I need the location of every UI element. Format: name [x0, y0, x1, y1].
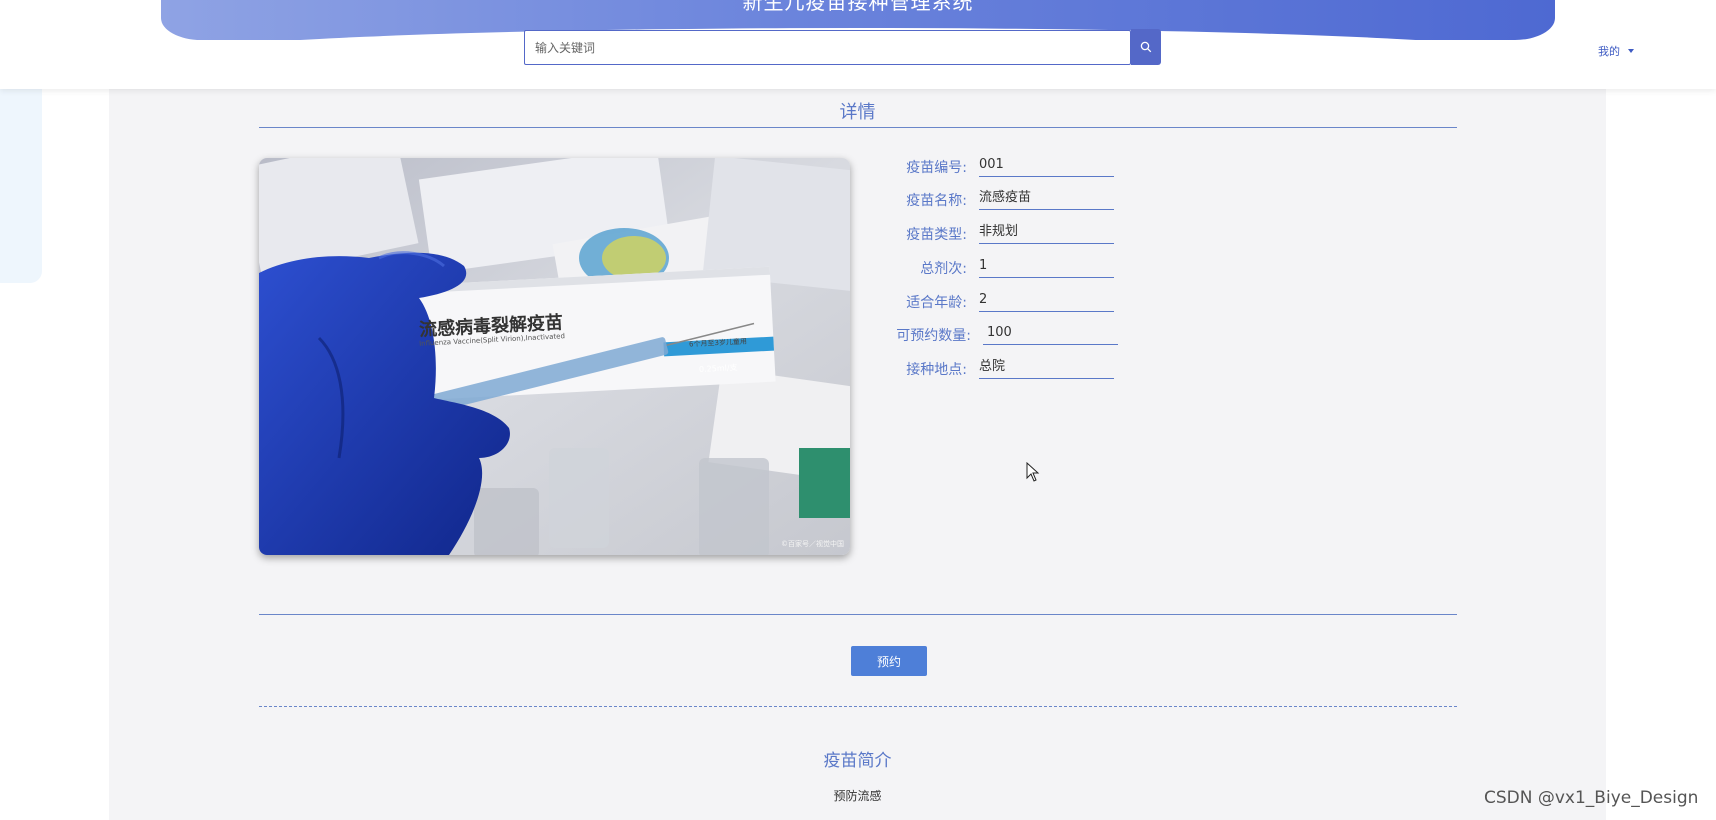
field-value: 总院 — [979, 359, 1114, 379]
field-value: 2 — [979, 292, 1114, 312]
mouse-cursor-icon — [1026, 462, 1040, 482]
field-label: 疫苗名称: — [906, 193, 967, 209]
user-menu-label: 我的 — [1598, 45, 1620, 58]
field-value: 001 — [979, 157, 1114, 177]
field-label: 接种地点: — [906, 362, 967, 378]
search-icon — [1140, 41, 1152, 53]
intro-section-title: 疫苗简介 — [823, 751, 892, 771]
detail-panel: 详情 流感病毒裂解疫苗 Influenza Vaccine(Split Viri… — [109, 89, 1606, 820]
user-menu[interactable]: 我的 — [1598, 43, 1634, 59]
photo-credit: ©百家号／视觉中国 — [781, 540, 844, 548]
field-label: 总剂次: — [920, 261, 967, 277]
field-vaccine-name: 疫苗名称: 流感疫苗 — [899, 186, 1114, 210]
search-box — [524, 30, 1131, 65]
field-value: 流感疫苗 — [979, 190, 1114, 210]
chevron-down-icon — [1628, 49, 1634, 53]
field-label: 疫苗编号: — [906, 160, 967, 176]
system-title: 新生儿疫苗接种管理系统 — [742, 0, 974, 14]
field-vaccine-code: 疫苗编号: 001 — [899, 153, 1114, 177]
detail-section-title: 详情 — [839, 102, 876, 123]
side-float-tab[interactable] — [0, 74, 42, 283]
field-vaccine-type: 疫苗类型: 非规划 — [899, 220, 1114, 244]
field-available-quantity: 可预约数量: 100 — [896, 321, 1118, 345]
field-label: 疫苗类型: — [906, 227, 967, 243]
book-button[interactable]: 预约 — [851, 646, 927, 676]
field-location: 接种地点: 总院 — [899, 355, 1114, 379]
search-button[interactable] — [1131, 29, 1161, 65]
vaccine-box-dose: 0.25ml/支 — [698, 362, 738, 375]
content-divider — [259, 614, 1457, 615]
top-header: 新生儿疫苗接种管理系统 我的 — [0, 0, 1716, 89]
field-total-doses: 总剂次: 1 — [899, 254, 1114, 278]
field-label: 适合年龄: — [906, 295, 967, 311]
dashed-divider — [259, 706, 1457, 707]
field-label: 可预约数量: — [896, 328, 971, 344]
search-input[interactable] — [525, 31, 1130, 64]
watermark: CSDN @vx1_Biye_Design — [1484, 788, 1699, 808]
title-divider — [259, 127, 1457, 128]
intro-text: 预防流感 — [833, 789, 882, 803]
vaccine-photo: 流感病毒裂解疫苗 Influenza Vaccine(Split Virion)… — [259, 158, 850, 555]
field-value: 100 — [983, 325, 1118, 345]
field-suitable-age: 适合年龄: 2 — [899, 288, 1114, 312]
vaccine-photo-illustration — [259, 158, 850, 555]
field-value: 非规划 — [979, 224, 1114, 244]
field-value: 1 — [979, 258, 1114, 278]
